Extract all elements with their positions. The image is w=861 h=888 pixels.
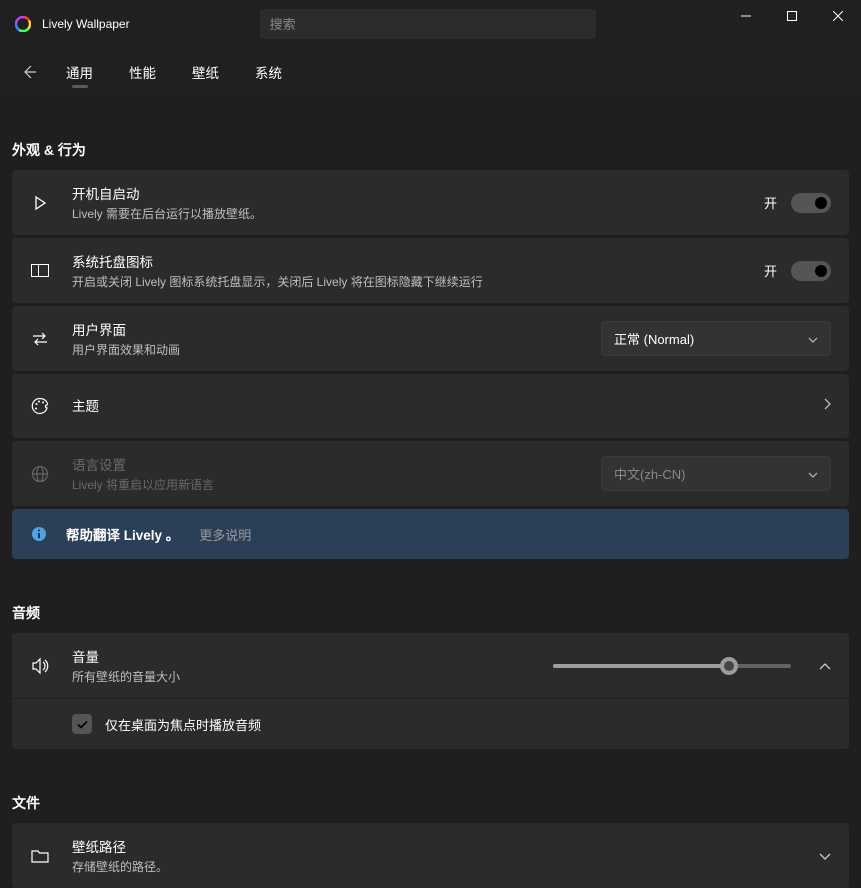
tabs-row: 通用 性能 壁纸 系统 [0,48,861,96]
setting-startup: 开机自启动 Lively 需要在后台运行以播放壁纸。 开 [12,170,849,235]
folder-icon [26,842,54,870]
startup-desc: Lively 需要在后台运行以播放壁纸。 [72,205,764,222]
theme-title: 主题 [72,395,824,415]
back-button[interactable] [14,57,44,87]
swap-icon [26,325,54,353]
language-dropdown-value: 中文(zh-CN) [614,464,686,483]
app-title: Lively Wallpaper [42,17,130,31]
language-desc: Lively 将重启以应用新语言 [72,476,601,493]
setting-language: 语言设置 Lively 将重启以应用新语言 中文(zh-CN) [12,441,849,506]
globe-icon [26,460,54,488]
language-dropdown[interactable]: 中文(zh-CN) [601,456,831,491]
translate-banner: 帮助翻译 Lively 。 更多说明 [12,509,849,559]
chevron-down-icon [808,331,818,346]
play-icon [26,189,54,217]
section-appearance: 外观 & 行为 [12,140,849,160]
startup-toggle[interactable] [791,193,831,213]
chevron-up-icon[interactable] [819,657,831,675]
speaker-icon [26,652,54,680]
translate-link[interactable]: 更多说明 [199,525,251,544]
maximize-button[interactable] [769,0,815,32]
wallpaper-path-desc: 存储壁纸的路径。 [72,858,805,875]
tray-state: 开 [764,261,777,280]
volume-title: 音量 [72,646,553,666]
close-button[interactable] [815,0,861,32]
setting-volume: 音量 所有壁纸的音量大小 [12,633,849,698]
volume-desc: 所有壁纸的音量大小 [72,668,553,685]
section-audio: 音频 [12,603,849,623]
tray-desc: 开启或关闭 Lively 图标系统托盘显示，关闭后 Lively 将在图标隐藏下… [72,273,764,290]
translate-text: 帮助翻译 Lively 。 [66,524,179,544]
minimize-button[interactable] [723,0,769,32]
tray-title: 系统托盘图标 [72,251,764,271]
startup-title: 开机自启动 [72,183,764,203]
setting-wallpaper-path: 壁纸路径 存储壁纸的路径。 [12,823,849,888]
volume-focus-checkbox[interactable] [72,714,92,734]
tray-toggle[interactable] [791,261,831,281]
setting-volume-focus: 仅在桌面为焦点时播放音频 [12,698,849,749]
chevron-right-icon [824,397,831,415]
chevron-down-icon[interactable] [819,847,831,865]
startup-state: 开 [764,193,777,212]
tab-performance[interactable]: 性能 [125,48,160,96]
search-input[interactable] [260,9,596,39]
tab-wallpaper[interactable]: 壁纸 [188,48,223,96]
window-controls [723,0,861,48]
volume-focus-label: 仅在桌面为焦点时播放音频 [105,715,261,734]
wallpaper-path-title: 壁纸路径 [72,836,805,856]
tab-general[interactable]: 通用 [62,48,97,96]
content-area: 外观 & 行为 开机自启动 Lively 需要在后台运行以播放壁纸。 开 系统托… [0,140,861,888]
tab-system[interactable]: 系统 [251,48,286,96]
language-title: 语言设置 [72,454,601,474]
ui-dropdown-value: 正常 (Normal) [614,329,694,348]
ui-desc: 用户界面效果和动画 [72,341,601,358]
info-icon [30,525,48,543]
tray-icon [26,257,54,285]
ui-title: 用户界面 [72,319,601,339]
ui-dropdown[interactable]: 正常 (Normal) [601,321,831,356]
volume-slider[interactable] [553,664,791,668]
app-icon [14,15,32,33]
titlebar: Lively Wallpaper [0,0,861,48]
section-files: 文件 [12,793,849,813]
palette-icon [26,392,54,420]
setting-ui: 用户界面 用户界面效果和动画 正常 (Normal) [12,306,849,371]
setting-tray: 系统托盘图标 开启或关闭 Lively 图标系统托盘显示，关闭后 Lively … [12,238,849,303]
setting-theme[interactable]: 主题 [12,374,849,438]
chevron-down-icon [808,466,818,481]
